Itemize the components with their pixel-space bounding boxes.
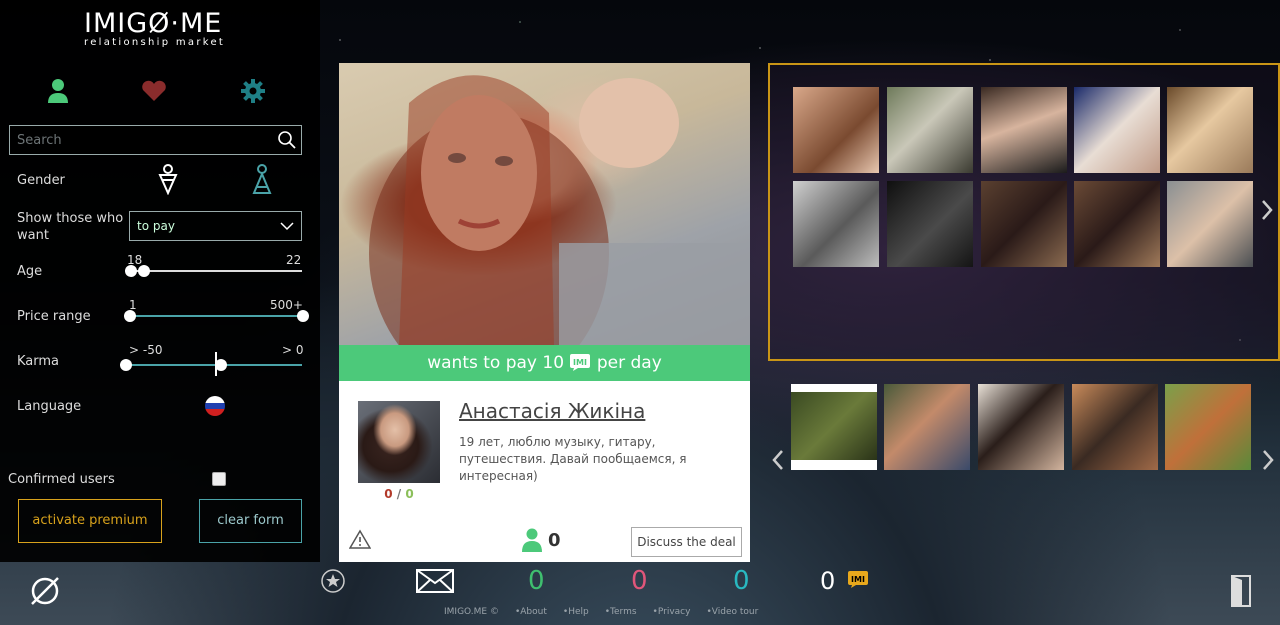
strip-thumb[interactable] [791, 384, 877, 470]
report-warning-icon[interactable] [348, 529, 372, 549]
counter-pink[interactable]: 0 [631, 566, 648, 596]
price-max-handle[interactable] [297, 310, 309, 322]
deal-prefix: wants to pay 10 [427, 353, 565, 373]
age-max-handle[interactable] [138, 265, 150, 277]
logo-subtitle: relationship market [84, 37, 226, 48]
profile-main-photo[interactable] [339, 63, 750, 345]
counter-green[interactable]: 0 [528, 566, 545, 596]
planet-logo-icon[interactable] [28, 574, 62, 612]
strip-thumb[interactable] [1072, 384, 1158, 470]
svg-text:IMI: IMI [573, 358, 587, 367]
age-max-value: 22 [286, 253, 302, 267]
strip-prev-arrow[interactable] [771, 448, 785, 472]
profile-card: wants to pay 10 IMI per day 0 / 0 Анаста… [339, 63, 750, 562]
sidebar-filters: IMIGØ·ME relationship market Gender Show… [0, 0, 320, 562]
gallery-thumb[interactable] [887, 181, 973, 267]
gallery-thumb[interactable] [1167, 87, 1253, 173]
gallery-thumb[interactable] [981, 181, 1067, 267]
strip-thumb[interactable] [978, 384, 1064, 470]
deal-suffix: per day [596, 353, 662, 373]
activate-premium-button[interactable]: activate premium [18, 499, 162, 543]
svg-text:IMI: IMI [851, 575, 865, 584]
karma-min-handle[interactable] [120, 359, 132, 371]
male-gender-icon[interactable] [251, 163, 273, 195]
footer-link-video-tour[interactable]: Video tour [712, 607, 759, 617]
logo-main: IMIGØ·ME [84, 8, 223, 39]
search-icon[interactable] [277, 130, 297, 150]
footer-link-help[interactable]: Help [568, 607, 589, 617]
logo[interactable]: IMIGØ·ME relationship market [84, 8, 234, 49]
strip-next-arrow[interactable] [1261, 448, 1275, 472]
gallery-thumb[interactable] [793, 181, 879, 267]
user-icon[interactable] [43, 76, 73, 106]
footer-copyright[interactable]: IMIGO.ME © [444, 607, 499, 617]
show-those-select[interactable]: to pay [129, 211, 302, 241]
age-slider-track[interactable] [130, 270, 302, 272]
price-slider-track[interactable] [130, 315, 302, 317]
gallery-thumb[interactable] [793, 87, 879, 173]
user-likes-icon [522, 528, 542, 552]
profile-name-link[interactable]: Анастасія Жикіна [459, 399, 645, 423]
price-range-label: Price range [17, 309, 91, 324]
favorites-star-icon[interactable] [321, 569, 345, 597]
counter-teal[interactable]: 0 [733, 566, 750, 596]
suggested-users-strip [768, 384, 1280, 472]
discuss-deal-button[interactable]: Discuss the deal [631, 527, 742, 557]
profile-bio: 19 лет, люблю музыку, гитару, путешестви… [459, 435, 687, 483]
confirmed-users-label: Confirmed users [8, 472, 115, 487]
footer-link-terms[interactable]: Terms [610, 607, 637, 617]
language-label: Language [17, 399, 82, 414]
price-min-handle[interactable] [124, 310, 136, 322]
gallery-next-arrow[interactable] [1260, 198, 1274, 222]
gallery-thumb[interactable] [887, 87, 973, 173]
messages-envelope-icon[interactable] [416, 569, 454, 597]
logout-door-icon[interactable] [1230, 575, 1252, 611]
coin-icon: IMI [570, 354, 591, 371]
karma-positive-count: 0 [405, 487, 414, 501]
likes-count: 0 [548, 529, 561, 551]
russian-flag-icon[interactable] [205, 396, 225, 416]
profile-avatar[interactable] [358, 401, 440, 483]
search-input[interactable] [10, 126, 270, 154]
gallery-thumb[interactable] [1074, 87, 1160, 173]
strip-thumb[interactable] [884, 384, 970, 470]
user-gallery-grid [768, 63, 1280, 361]
deal-banner: wants to pay 10 IMI per day [339, 345, 750, 381]
karma-max-value: > 0 [282, 343, 304, 357]
footer-link-privacy[interactable]: Privacy [658, 607, 691, 617]
gallery-thumb[interactable] [1074, 181, 1160, 267]
karma-separator: / [392, 487, 406, 501]
footer-links: IMIGO.ME © • About • Help • Terms • Privacy •… [444, 607, 759, 617]
karma-max-handle[interactable] [215, 359, 227, 371]
coin-balance-icon: IMI [847, 569, 869, 593]
likes-counter: 0 [522, 528, 561, 552]
strip-thumb[interactable] [1165, 384, 1251, 470]
gallery-thumb[interactable] [981, 87, 1067, 173]
footer-link-about[interactable]: About [520, 607, 547, 617]
chevron-down-icon [280, 222, 294, 231]
coin-balance[interactable]: 0 [820, 567, 835, 595]
gallery-thumb[interactable] [1167, 181, 1253, 267]
heart-icon[interactable] [139, 76, 169, 106]
price-max-value: 500+ [270, 298, 303, 312]
show-those-label: Show those who want [17, 211, 124, 243]
settings-gear-icon[interactable] [238, 76, 268, 106]
karma-label: Karma [17, 354, 60, 369]
show-those-value: to pay [137, 219, 175, 233]
clear-form-button[interactable]: clear form [199, 499, 302, 543]
gender-label: Gender [17, 173, 65, 188]
age-label: Age [17, 264, 43, 279]
sidebar-tabs [0, 76, 320, 106]
karma-min-value: > -50 [129, 343, 163, 357]
karma-counts: 0 / 0 [358, 487, 440, 501]
karma-slider-track[interactable] [126, 364, 302, 366]
female-gender-icon[interactable] [157, 163, 179, 196]
age-min-handle[interactable] [125, 265, 137, 277]
karma-negative-count: 0 [384, 487, 393, 501]
confirmed-users-checkbox[interactable] [212, 472, 226, 486]
search-box [9, 125, 302, 155]
